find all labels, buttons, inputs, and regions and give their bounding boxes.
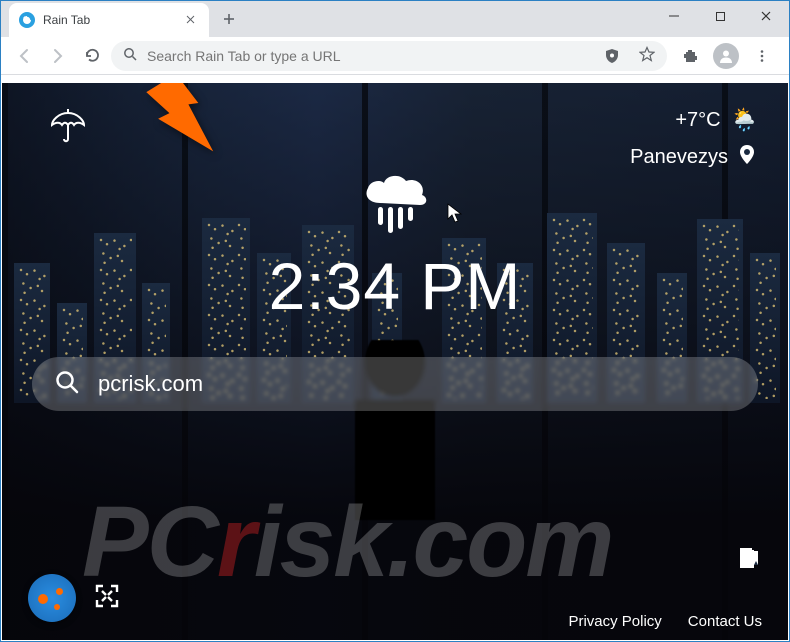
profile-avatar-button[interactable] [713, 43, 739, 69]
weather-temperature: +7°C [675, 109, 720, 132]
nav-back-button[interactable] [9, 41, 39, 71]
rain-cloud-icon [358, 173, 432, 244]
page-viewport: +7°C 🌦️ Panevezys 2:34 PM [2, 83, 788, 640]
tab-title: Rain Tab [43, 13, 182, 27]
location-name: Panevezys [630, 146, 728, 169]
app-badge-icon[interactable] [28, 574, 76, 622]
browser-tab[interactable]: Rain Tab [9, 3, 209, 37]
bookmark-star-icon[interactable] [639, 46, 655, 65]
weather-condition-icon: 🌦️ [731, 107, 758, 133]
new-tab-button[interactable] [215, 5, 243, 33]
newtab-search-bar[interactable] [32, 357, 758, 411]
newtab-search-input[interactable] [98, 371, 736, 397]
shield-icon[interactable] [603, 47, 621, 65]
search-icon [54, 369, 80, 400]
callout-arrow-icon [140, 83, 230, 166]
bookmarks-icon[interactable] [736, 546, 762, 577]
fullscreen-icon[interactable] [94, 583, 120, 614]
tab-close-button[interactable] [182, 13, 199, 27]
window-minimize-button[interactable] [651, 1, 697, 31]
nav-forward-button[interactable] [43, 41, 73, 71]
clock-display: 2:34 PM [269, 248, 522, 324]
window-close-button[interactable] [743, 1, 789, 31]
omnibox-input[interactable] [147, 48, 629, 64]
location-selector[interactable]: Panevezys [630, 143, 758, 171]
umbrella-icon[interactable] [48, 107, 88, 152]
address-bar[interactable] [111, 41, 667, 71]
search-icon [123, 47, 137, 64]
mouse-cursor-icon [447, 203, 463, 228]
nav-reload-button[interactable] [77, 41, 107, 71]
toolbar [1, 37, 789, 75]
contact-us-link[interactable]: Contact Us [688, 613, 762, 630]
window-maximize-button[interactable] [697, 1, 743, 31]
browser-menu-button[interactable] [747, 41, 777, 71]
location-pin-icon [736, 143, 758, 171]
privacy-policy-link[interactable]: Privacy Policy [568, 613, 661, 630]
rain-tab-favicon-icon [19, 12, 35, 28]
extensions-button[interactable] [675, 41, 705, 71]
